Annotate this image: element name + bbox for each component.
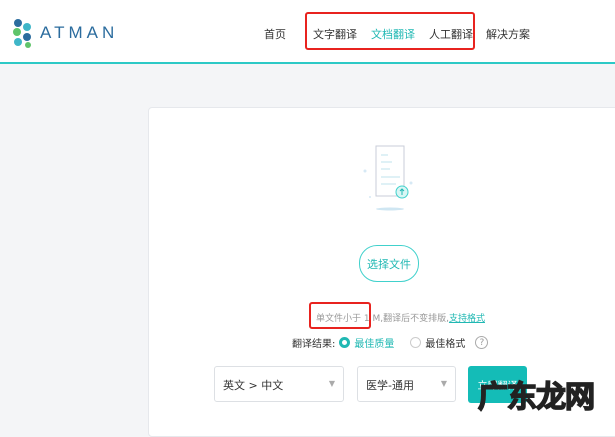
dropdown-arrow-icon: ▼ [440,379,447,388]
highlight-box-size [309,302,371,329]
logo[interactable]: ATMAN [10,17,118,49]
watermark: 广东龙网 [477,379,596,416]
domain-select[interactable]: 医学-通用 ▼ [357,366,456,402]
supported-formats-link[interactable]: 支持格式 [449,314,485,324]
result-options: 翻译结果: 最佳质量 最佳格式 ? [292,335,489,350]
nav-home[interactable]: 首页 [264,26,286,42]
document-upload-icon [363,145,413,211]
dropdown-arrow-icon: ▼ [328,379,335,388]
radio-best-format[interactable] [410,337,422,348]
language-select[interactable]: 英文 > 中文 ▼ [214,366,344,402]
nav-solutions[interactable]: 解决方案 [486,26,530,42]
atman-logo-icon [13,19,31,48]
highlight-box [305,12,475,50]
help-icon[interactable]: ? [475,336,489,349]
choose-file-button[interactable]: 选择文件 [359,245,419,282]
radio-best-quality[interactable] [339,337,351,348]
header: ATMAN 首页 文字翻译 文档翻译 人工翻译 解决方案 [0,0,615,64]
